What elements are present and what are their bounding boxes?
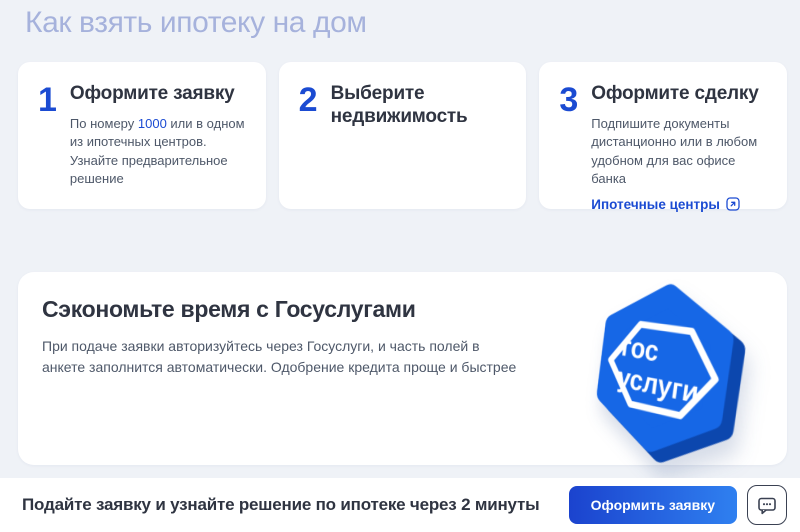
bottom-bar: Подайте заявку и узнайте решение по ипот…: [0, 478, 800, 532]
step-card-2: 2 Выберите недвижимость: [278, 62, 527, 209]
gosuslugi-section: Сэкономьте время с Госуслугами При подач…: [18, 272, 787, 465]
gosuslugi-logo: гос услуги: [565, 274, 755, 464]
phone-link[interactable]: 1000: [138, 116, 167, 131]
mortgage-centers-link-label: Ипотечные центры: [591, 196, 720, 212]
chat-button[interactable]: [747, 485, 787, 525]
step-content: Выберите недвижимость: [331, 82, 511, 193]
step-title: Оформите заявку: [69, 83, 235, 104]
steps-row: 1 Оформите заявку По номеру 1000 или в о…: [18, 62, 788, 212]
step-content: Оформите заявку По номеру 1000 или в одн…: [70, 82, 250, 193]
step-card-3: 3 Оформите сделку Подпишите документы ди…: [539, 62, 788, 212]
page-title: Как взять ипотеку на дом: [25, 6, 367, 39]
gosuslugi-logo-text-line1: гос: [620, 329, 661, 368]
step-card-1: 1 Оформите заявку По номеру 1000 или в о…: [18, 62, 266, 209]
external-link-icon: [726, 197, 740, 212]
gosuslugi-title: Сэкономьте время с Госуслугами: [42, 296, 416, 322]
step-number: 1: [38, 81, 57, 119]
step-title: Оформите сделку: [591, 83, 759, 104]
chat-icon: [755, 493, 779, 517]
gosuslugi-description: При подаче заявки авторизуйтесь через Го…: [42, 338, 517, 375]
step-description: Подпишите документы дистанционно или в л…: [591, 116, 758, 186]
step-number: 2: [298, 81, 318, 119]
mortgage-centers-link[interactable]: Ипотечные центры: [591, 197, 740, 212]
step-title: Выберите недвижимость: [330, 83, 468, 128]
bottom-bar-text: Подайте заявку и узнайте решение по ипот…: [22, 495, 540, 514]
step-number: 3: [559, 81, 579, 119]
gosuslugi-logo-text-line2: услуги: [616, 361, 701, 411]
step-description: По номеру 1000 или в одном из ипотечных …: [70, 115, 250, 188]
submit-application-button[interactable]: Оформить заявку: [568, 486, 737, 524]
step-description-text: По номеру: [69, 116, 138, 132]
step-content: Оформите сделку Подпишите документы дист…: [591, 82, 771, 212]
